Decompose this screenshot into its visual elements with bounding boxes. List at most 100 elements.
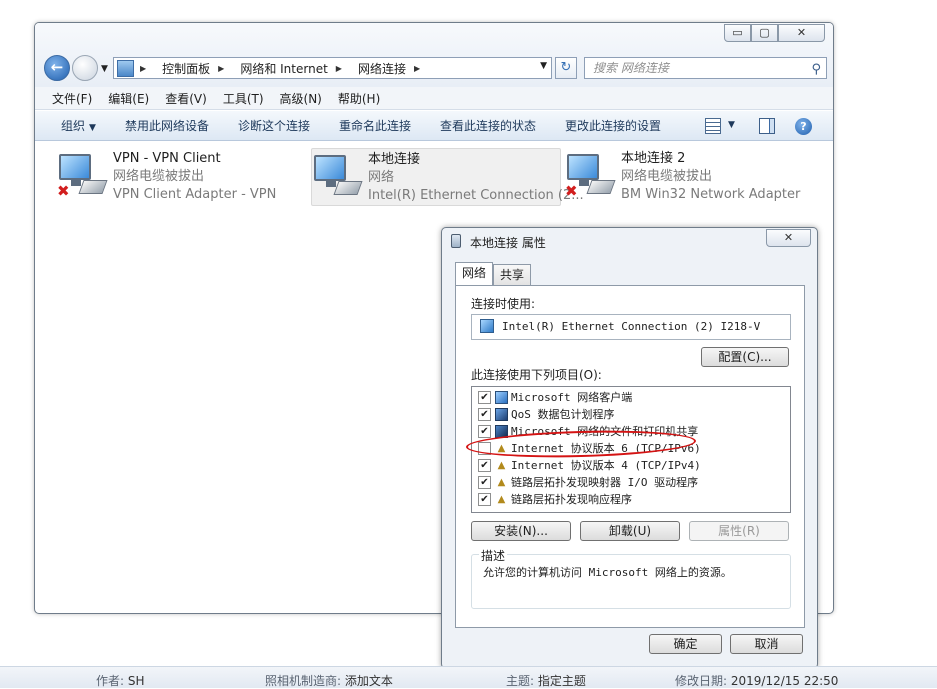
search-icon[interactable]: ⚲: [811, 60, 821, 80]
breadcrumb-network-connections[interactable]: 网络连接: [358, 60, 406, 77]
network-icon: [451, 234, 461, 248]
checkbox-file-sharing[interactable]: ✔: [478, 424, 491, 438]
subject-field[interactable]: 主题: 指定主题: [506, 672, 586, 689]
adapter-field: Intel(R) Ethernet Connection (2) I218-V: [471, 314, 791, 340]
qos-icon: [495, 407, 508, 421]
disable-device-button[interactable]: 禁用此网络设备: [125, 117, 209, 134]
help-icon[interactable]: ?: [795, 118, 812, 135]
checkbox-ipv6[interactable]: [478, 441, 491, 455]
menu-bar: 文件(F) 编辑(E) 查看(V) 工具(T) 高级(N) 帮助(H): [35, 87, 833, 110]
description-group: 描述 允许您的计算机访问 Microsoft 网络上的资源。: [471, 547, 791, 609]
tab-network[interactable]: 网络: [455, 262, 494, 285]
menu-file[interactable]: 文件(F): [52, 90, 92, 107]
breadcrumb-separator-icon[interactable]: ▶: [336, 64, 350, 73]
install-button[interactable]: 安装(N)...: [471, 521, 571, 541]
desktop: ▭ ▢ ✕ ← ▼ ▶ 控制面板 ▶ 网络和 Internet ▶ 网络连接 ▶…: [0, 0, 937, 688]
connection-status: 网络: [368, 170, 395, 185]
forward-button[interactable]: [72, 55, 98, 81]
protocol-icon: ▲: [497, 476, 506, 488]
connection-name: 本地连接 2: [621, 151, 686, 166]
connection-adapter: BM Win32 Network Adapter: [621, 187, 801, 202]
menu-advanced[interactable]: 高级(N): [280, 90, 322, 107]
connect-using-label: 连接时使用:: [471, 297, 536, 311]
connection-vpn[interactable]: ✖ VPN - VPN Client 网络电缆被拔出 VPN Client Ad…: [57, 148, 297, 206]
list-item-lltd-mapper[interactable]: ✔ ▲ 链路层拓扑发现映射器 I/O 驱动程序: [478, 474, 698, 490]
adapter-name: Intel(R) Ethernet Connection (2) I218-V: [502, 320, 761, 333]
list-item-ms-client[interactable]: ✔ Microsoft 网络客户端: [478, 389, 632, 405]
back-button[interactable]: ←: [44, 55, 70, 81]
checkbox-qos[interactable]: ✔: [478, 407, 491, 421]
connection-name: VPN - VPN Client: [113, 151, 221, 166]
address-dropdown-icon[interactable]: ▼: [540, 61, 547, 71]
cancel-button[interactable]: 取消: [730, 634, 803, 654]
tab-panel-network: 连接时使用: Intel(R) Ethernet Connection (2) …: [455, 285, 805, 628]
breadcrumb-separator-icon[interactable]: ▶: [140, 64, 154, 73]
network-client-icon: [495, 390, 508, 404]
dialog-close-button[interactable]: ✕: [766, 229, 811, 247]
preview-pane-icon[interactable]: [759, 118, 775, 134]
list-item-file-sharing[interactable]: ✔ Microsoft 网络的文件和打印机共享: [478, 423, 698, 439]
menu-tools[interactable]: 工具(T): [223, 90, 264, 107]
configure-button[interactable]: 配置(C)...: [701, 347, 789, 367]
dialog-title: 本地连接 属性: [470, 236, 546, 250]
window-controls: ▭ ▢ ✕: [724, 24, 825, 42]
breadcrumb-network-internet[interactable]: 网络和 Internet: [240, 60, 327, 77]
list-item-ipv6[interactable]: ▲ Internet 协议版本 6 (TCP/IPv6): [478, 440, 701, 456]
history-dropdown-icon[interactable]: ▼: [101, 64, 108, 74]
items-list[interactable]: ✔ Microsoft 网络客户端 ✔ QoS 数据包计划程序 ✔ Micros…: [471, 386, 791, 513]
modified-date-field: 修改日期: 2019/12/15 22:50: [675, 674, 839, 688]
list-item-qos[interactable]: ✔ QoS 数据包计划程序: [478, 406, 615, 422]
list-item-ipv4[interactable]: ✔ ▲ Internet 协议版本 4 (TCP/IPv4): [478, 457, 701, 473]
checkbox-lltd-mapper[interactable]: ✔: [478, 475, 491, 489]
uninstall-button[interactable]: 卸载(U): [580, 521, 680, 541]
search-input[interactable]: 搜索 网络连接 ⚲: [584, 57, 827, 79]
network-adapter-icon: ✖: [57, 152, 109, 200]
camera-maker-field[interactable]: 照相机制造商: 添加文本: [265, 672, 393, 689]
checkbox-ipv4[interactable]: ✔: [478, 458, 491, 472]
checkbox-ms-client[interactable]: ✔: [478, 390, 491, 404]
tab-sharing[interactable]: 共享: [493, 264, 532, 285]
organize-button[interactable]: 组织 ▼: [61, 117, 96, 134]
connection-status: 网络电缆被拔出: [113, 169, 205, 184]
change-settings-button[interactable]: 更改此连接的设置: [565, 117, 661, 134]
list-item-lltd-responder[interactable]: ✔ ▲ 链路层拓扑发现响应程序: [478, 491, 632, 507]
view-options-icon[interactable]: [705, 118, 721, 134]
view-dropdown-icon[interactable]: ▼: [728, 120, 735, 130]
menu-help[interactable]: 帮助(H): [338, 90, 380, 107]
connection-name: 本地连接: [368, 152, 421, 167]
breadcrumb-separator-icon[interactable]: ▶: [414, 64, 428, 73]
maximize-button[interactable]: ▢: [751, 24, 778, 42]
protocol-icon: ▲: [497, 493, 506, 505]
menu-view[interactable]: 查看(V): [165, 90, 207, 107]
menu-edit[interactable]: 编辑(E): [108, 90, 149, 107]
description-title: 描述: [479, 547, 508, 564]
view-status-button[interactable]: 查看此连接的状态: [440, 117, 536, 134]
connection-adapter: Intel(R) Ethernet Connection (2...: [368, 188, 584, 203]
network-adapter-icon: [312, 153, 364, 201]
disconnected-x-icon: ✖: [57, 182, 70, 200]
protocol-icon: ▲: [497, 459, 506, 471]
author-field: 作者: SH: [96, 674, 145, 688]
minimize-button[interactable]: ▭: [724, 24, 751, 42]
network-adapter-icon: ✖: [565, 152, 617, 200]
connection-local-2[interactable]: ✖ 本地连接 2 网络电缆被拔出 BM Win32 Network Adapte…: [565, 148, 805, 206]
refresh-icon: ↻: [560, 60, 572, 75]
properties-button[interactable]: 属性(R): [689, 521, 789, 541]
checkbox-lltd-responder[interactable]: ✔: [478, 492, 491, 506]
close-button[interactable]: ✕: [778, 24, 825, 42]
chevron-down-icon: ▼: [89, 123, 96, 133]
diagnose-button[interactable]: 诊断这个连接: [238, 117, 310, 134]
address-bar[interactable]: ▶ 控制面板 ▶ 网络和 Internet ▶ 网络连接 ▶ ▼: [113, 57, 552, 79]
details-status-bar: 作者: SH 照相机制造商: 添加文本 主题: 指定主题 修改日期: 2019/…: [0, 666, 937, 688]
ok-button[interactable]: 确定: [649, 634, 722, 654]
items-label: 此连接使用下列项目(O):: [471, 368, 602, 382]
connection-status: 网络电缆被拔出: [621, 169, 713, 184]
back-arrow-icon: ←: [50, 58, 64, 76]
adapter-icon: [480, 319, 494, 333]
breadcrumb-separator-icon[interactable]: ▶: [218, 64, 232, 73]
breadcrumb-control-panel[interactable]: 控制面板: [162, 60, 210, 77]
refresh-button[interactable]: ↻: [555, 57, 577, 79]
rename-button[interactable]: 重命名此连接: [339, 117, 411, 134]
connection-local[interactable]: 本地连接 网络 Intel(R) Ethernet Connection (2.…: [311, 148, 584, 206]
description-text: 允许您的计算机访问 Microsoft 网络上的资源。: [483, 566, 732, 579]
